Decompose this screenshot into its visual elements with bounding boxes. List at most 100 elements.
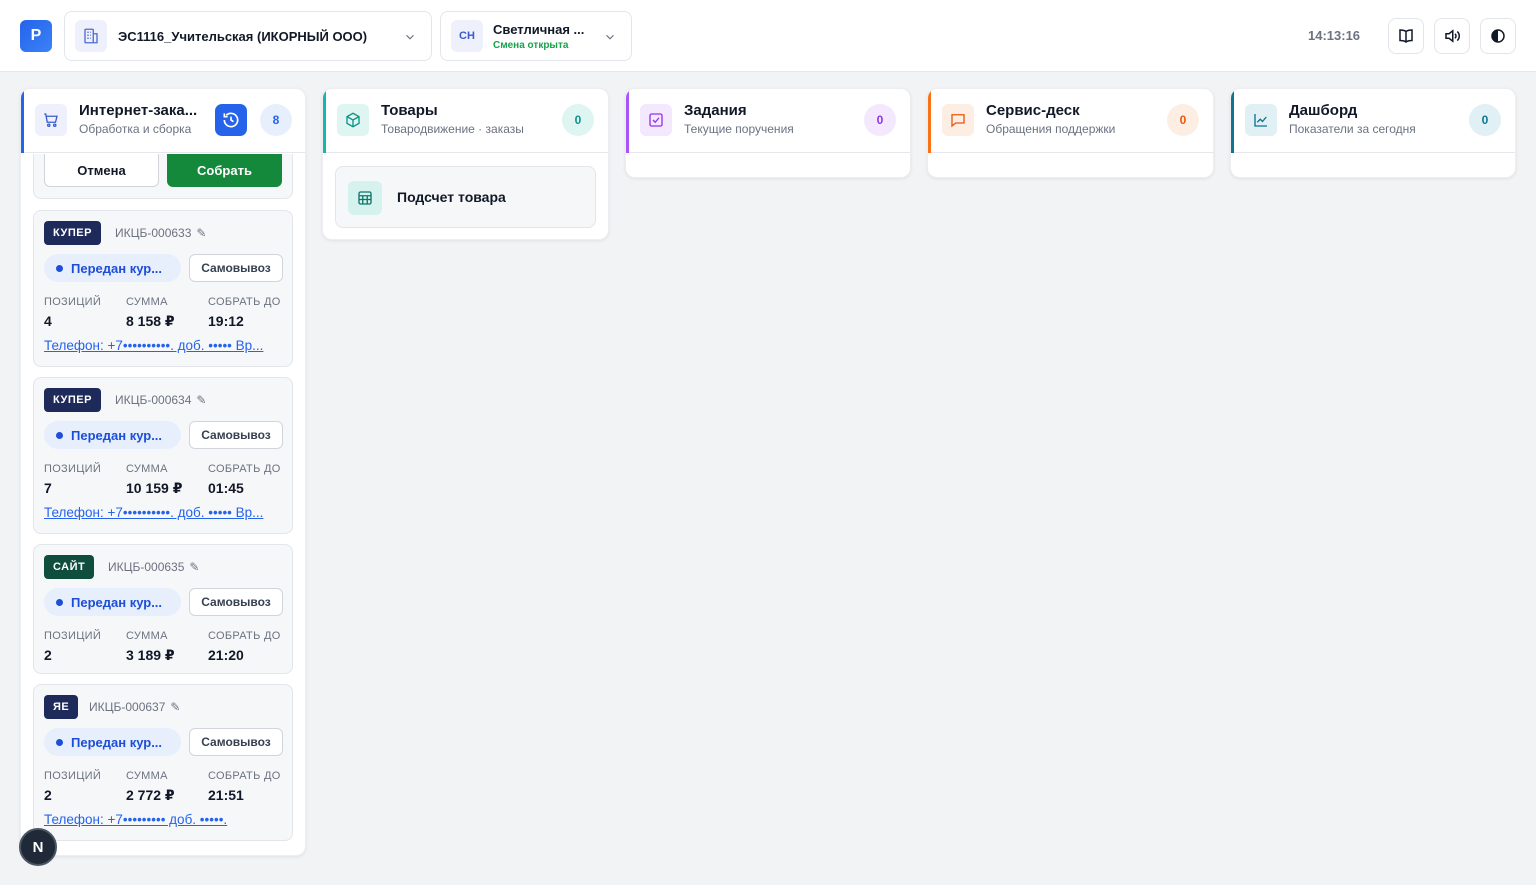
delivery-type[interactable]: Самовывоз xyxy=(189,728,283,756)
clock: 14:13:16 xyxy=(1308,28,1361,43)
source-badge: САЙТ xyxy=(44,555,95,579)
column-subtitle: Показатели за сегодня xyxy=(1289,122,1416,136)
service-desk-column-header: Сервис-деск Обращения поддержки 0 xyxy=(928,89,1213,153)
positions-label: ПОЗИЦИЙ xyxy=(44,296,102,308)
service-desk-column: Сервис-деск Обращения поддержки 0 xyxy=(927,88,1214,178)
building-icon xyxy=(75,20,107,52)
collect-button[interactable]: Собрать xyxy=(167,154,282,187)
n-floating-button[interactable]: N xyxy=(19,828,57,866)
theme-button[interactable] xyxy=(1480,18,1516,54)
order-card[interactable]: ЯЕ ИКЦБ-000637 ✎ Передан кур... Самовывоз… xyxy=(33,684,293,841)
pencil-icon[interactable]: ✎ xyxy=(196,226,206,240)
checkbox-icon xyxy=(640,104,672,136)
user-name: Светличная ... xyxy=(493,21,585,37)
table-icon xyxy=(348,181,382,215)
source-badge: ЯЕ xyxy=(44,695,79,719)
order-id[interactable]: ИКЦБ-000635 ✎ xyxy=(108,560,199,574)
deadline-value: 19:12 xyxy=(208,313,244,329)
history-button[interactable] xyxy=(215,104,247,136)
delivery-type[interactable]: Самовывоз xyxy=(189,588,283,616)
phone-link[interactable]: Телефон: +7••••••••• доб. •••••. xyxy=(44,812,280,827)
store-name: ЭС1116_Учительская (ИКОРНЫЙ ООО) xyxy=(118,28,368,44)
order-card[interactable]: КУПЕР ИКЦБ-000633 ✎ Передан кур... Самовы… xyxy=(33,210,293,367)
tasks-column-header: Задания Текущие поручения 0 xyxy=(626,89,910,153)
stock-count-label: Подсчет товара xyxy=(397,189,506,205)
tasks-column: Задания Текущие поручения 0 xyxy=(625,88,911,178)
positions-value: 2 xyxy=(44,787,52,803)
status-text: Передан кур... xyxy=(71,427,163,443)
order-id-text: ИКЦБ-000633 xyxy=(115,226,192,240)
top-bar: P ЭС1116_Учительская (ИКОРНЫЙ ООО) СН Св… xyxy=(0,0,1536,72)
positions-label: ПОЗИЦИЙ xyxy=(44,630,102,642)
box-icon xyxy=(337,104,369,136)
pencil-icon[interactable]: ✎ xyxy=(189,560,199,574)
status-text: Передан кур... xyxy=(71,260,163,276)
sum-value: 8 158 ₽ xyxy=(126,313,175,329)
sum-value: 10 159 ₽ xyxy=(126,480,183,496)
status-pill[interactable]: Передан кур... xyxy=(44,588,181,616)
orders-column: Интернет-зака... Обработка и сборка 8 От… xyxy=(20,88,306,856)
user-avatar: СН xyxy=(451,20,483,52)
order-id[interactable]: ИКЦБ-000637 ✎ xyxy=(89,700,180,714)
dashboard-column: Дашборд Показатели за сегодня 0 xyxy=(1230,88,1516,178)
stock-count-card[interactable]: Подсчет товара xyxy=(335,166,596,228)
book-icon xyxy=(1399,29,1413,43)
sound-button[interactable] xyxy=(1434,18,1470,54)
delivery-type[interactable]: Самовывоз xyxy=(189,421,283,449)
orders-count: 8 xyxy=(260,104,292,136)
shift-status: Смена открыта xyxy=(493,39,569,51)
status-pill[interactable]: Передан кур... xyxy=(44,728,181,756)
goods-column-header: Товары Товародвижение · заказы 0 xyxy=(323,89,608,153)
cart-icon xyxy=(35,104,67,136)
positions-label: ПОЗИЦИЙ xyxy=(44,463,102,475)
positions-label: ПОЗИЦИЙ xyxy=(44,770,102,782)
goods-count: 0 xyxy=(562,104,594,136)
tasks-count: 0 xyxy=(864,104,896,136)
column-title: Сервис-деск xyxy=(986,102,1080,119)
book-button[interactable] xyxy=(1388,18,1424,54)
store-selector[interactable]: ЭС1116_Учительская (ИКОРНЫЙ ООО) xyxy=(64,11,432,61)
phone-link[interactable]: Телефон: +7••••••••••. доб. ••••• Вр... xyxy=(44,505,280,520)
deadline-value: 21:20 xyxy=(208,647,244,663)
order-id-text: ИКЦБ-000634 xyxy=(115,393,192,407)
column-subtitle: Обращения поддержки xyxy=(986,122,1116,136)
status-text: Передан кур... xyxy=(71,594,163,610)
service-count: 0 xyxy=(1167,104,1199,136)
status-pill[interactable]: Передан кур... xyxy=(44,421,181,449)
order-id[interactable]: ИКЦБ-000634 ✎ xyxy=(115,393,206,407)
pencil-icon[interactable]: ✎ xyxy=(170,700,180,714)
goods-column: Товары Товародвижение · заказы 0 Подсчет… xyxy=(322,88,609,240)
positions-value: 7 xyxy=(44,480,52,496)
order-id-text: ИКЦБ-000635 xyxy=(108,560,185,574)
deadline-label: СОБРАТЬ ДО xyxy=(208,463,281,475)
orders-list[interactable]: Отмена Собрать КУПЕР ИКЦБ-000633 ✎ Переда… xyxy=(21,154,305,855)
column-subtitle: Обработка и сборка xyxy=(79,122,192,136)
cancel-button[interactable]: Отмена xyxy=(44,154,159,187)
dashboard-count: 0 xyxy=(1469,104,1501,136)
order-card[interactable]: САЙТ ИКЦБ-000635 ✎ Передан кур... Самовыв… xyxy=(33,544,293,674)
app-logo[interactable]: P xyxy=(20,20,52,52)
orders-column-header: Интернет-зака... Обработка и сборка 8 xyxy=(21,89,305,153)
user-selector[interactable]: СН Светличная ... Смена открыта xyxy=(440,11,632,61)
order-id-text: ИКЦБ-000637 xyxy=(89,700,166,714)
contrast-icon xyxy=(1491,29,1505,43)
column-title: Товары xyxy=(381,102,438,119)
sum-label: СУММА xyxy=(126,770,168,782)
positions-value: 4 xyxy=(44,313,52,329)
chart-line-icon xyxy=(1245,104,1277,136)
speaker-icon xyxy=(1445,29,1460,43)
sum-label: СУММА xyxy=(126,630,168,642)
order-card[interactable]: КУПЕР ИКЦБ-000634 ✎ Передан кур... Самовы… xyxy=(33,377,293,534)
delivery-type[interactable]: Самовывоз xyxy=(189,254,283,282)
sum-label: СУММА xyxy=(126,296,168,308)
status-text: Передан кур... xyxy=(71,734,163,750)
sum-value: 2 772 ₽ xyxy=(126,787,175,803)
history-icon xyxy=(223,112,239,128)
source-badge: КУПЕР xyxy=(44,221,101,245)
status-pill[interactable]: Передан кур... xyxy=(44,254,181,282)
pencil-icon[interactable]: ✎ xyxy=(196,393,206,407)
order-id[interactable]: ИКЦБ-000633 ✎ xyxy=(115,226,206,240)
deadline-label: СОБРАТЬ ДО xyxy=(208,770,281,782)
sum-value: 3 189 ₽ xyxy=(126,647,175,663)
phone-link[interactable]: Телефон: +7••••••••••. доб. ••••• Вр... xyxy=(44,338,280,353)
